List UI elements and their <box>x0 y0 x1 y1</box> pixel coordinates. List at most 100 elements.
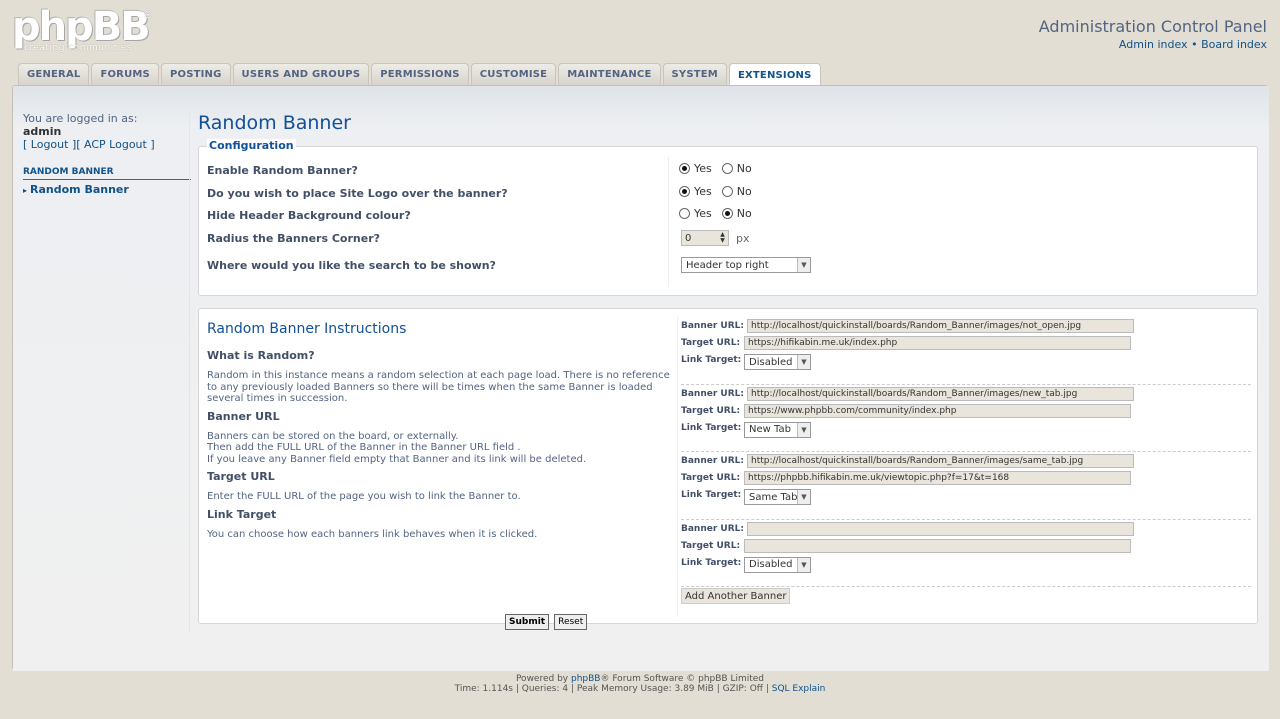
target-url-input[interactable]: https://www.phpbb.com/community/index.ph… <box>744 403 1131 418</box>
radius-label: Radius the Banners Corner? <box>207 232 381 245</box>
link-target-select[interactable]: New Tab ▼ <box>744 421 811 438</box>
acp-title: Administration Control Panel <box>1038 17 1267 36</box>
sidebar: You are logged in as: admin [ Logout ][ … <box>23 112 191 196</box>
banner-entry: Banner URL: Target URL: Link Target: Dis… <box>681 520 1251 587</box>
link-target-select[interactable]: Disabled ▼ <box>744 354 811 370</box>
powered-by-suffix: ® Forum Software © phpBB Limited <box>600 674 765 684</box>
link-target-text: You can choose how each banners link beh… <box>207 528 538 540</box>
instructions-title: Random Banner Instructions <box>207 321 407 337</box>
banner-url-label: Banner URL: <box>681 388 744 399</box>
hide-header-label: Hide Header Background colour? <box>207 209 411 222</box>
acp-logout-link[interactable]: [ ACP Logout ] <box>76 138 154 151</box>
banner-entry: Banner URL: http://localhost/quickinstal… <box>681 452 1251 520</box>
phpbb-logo[interactable]: phpBB creating communities ® <box>12 4 153 56</box>
banner-url-input[interactable]: http://localhost/quickinstall/boards/Ran… <box>747 386 1134 401</box>
tab-maintenance[interactable]: MAINTENANCE <box>558 63 661 85</box>
reset-button[interactable]: Reset <box>554 614 588 630</box>
hide-header-yes-radio[interactable]: Yes <box>679 207 712 220</box>
site-logo-yes-radio[interactable]: Yes <box>679 185 712 198</box>
banner-list: Banner URL: http://localhost/quickinstal… <box>681 317 1251 587</box>
banner-url-input[interactable]: http://localhost/quickinstall/boards/Ran… <box>747 454 1134 468</box>
board-index-link[interactable]: Board index <box>1201 38 1267 51</box>
search-position-label: Where would you like the search to be sh… <box>207 259 496 272</box>
search-position-select[interactable]: Header top right ▼ <box>681 257 811 273</box>
tab-forums[interactable]: FORUMS <box>91 63 159 85</box>
configuration-legend: Configuration <box>207 139 296 152</box>
tab-system[interactable]: SYSTEM <box>662 63 727 85</box>
main-panel: You are logged in as: admin [ Logout ][ … <box>12 85 1269 671</box>
banner-entry: Banner URL: http://localhost/quickinstal… <box>681 317 1251 385</box>
tab-posting[interactable]: POSTING <box>160 63 231 85</box>
menu-arrow-icon: ▸ <box>23 186 28 195</box>
target-url-input[interactable]: https://phpbb.hifikabin.me.uk/viewtopic.… <box>744 471 1131 485</box>
enable-yes-radio[interactable]: Yes <box>679 162 712 175</box>
logout-link[interactable]: [ Logout ] <box>23 138 76 151</box>
link-target-label: Link Target: <box>681 557 742 568</box>
banner-entry: Banner URL: http://localhost/quickinstal… <box>681 385 1251 452</box>
phpbb-link[interactable]: phpBB <box>571 674 600 684</box>
stats-text: Time: 1.114s | Queries: 4 | Peak Memory … <box>454 684 772 694</box>
banner-url-input[interactable] <box>747 521 1134 536</box>
link-target-select[interactable]: Same Tab ▼ <box>744 489 811 505</box>
banner-url-heading: Banner URL <box>207 409 280 423</box>
sidebar-item-random-banner[interactable]: ▸ Random Banner <box>23 183 191 196</box>
radio-label: Yes <box>694 162 712 175</box>
form-buttons: Submit Reset <box>505 614 588 630</box>
instructions-fieldset: Random Banner Instructions What is Rando… <box>198 308 1258 624</box>
target-url-heading: Target URL <box>207 470 275 483</box>
site-logo-row: Do you wish to place Site Logo over the … <box>207 185 1247 207</box>
site-logo-label: Do you wish to place Site Logo over the … <box>207 187 508 200</box>
target-url-text: Enter the FULL URL of the page you wish … <box>207 491 521 502</box>
logged-in-label: You are logged in as: <box>23 112 138 125</box>
target-url-label: Target URL: <box>681 338 741 348</box>
radio-dot-icon <box>679 186 690 197</box>
chevron-down-icon: ▼ <box>797 258 810 272</box>
hide-header-no-radio[interactable]: No <box>721 207 752 220</box>
sql-explain-link[interactable]: SQL Explain <box>772 684 826 694</box>
site-logo-no-radio[interactable]: No <box>721 185 752 198</box>
link-target-select[interactable]: Disabled ▼ <box>744 556 811 573</box>
banner-url-input[interactable]: http://localhost/quickinstall/boards/Ran… <box>747 319 1134 333</box>
add-banner-button[interactable]: Add Another Banner <box>681 588 791 604</box>
page-title: Random Banner <box>198 112 351 134</box>
link-target-label: Link Target: <box>681 490 742 500</box>
sidebar-item-label: Random Banner <box>30 183 129 196</box>
spinner-icon[interactable]: ▲ ▼ <box>718 232 727 244</box>
chevron-down-icon: ▼ <box>797 355 810 369</box>
tab-general[interactable]: GENERAL <box>18 63 90 85</box>
radio-label: No <box>736 162 752 175</box>
link-target-label: Link Target: <box>681 355 742 365</box>
search-position-value: Header top right <box>686 259 769 271</box>
link-target-value: Disabled <box>749 356 793 368</box>
radio-label: No <box>736 207 752 220</box>
radius-control: 0 ▲ ▼ px <box>681 230 750 246</box>
chevron-down-icon: ▼ <box>797 557 810 572</box>
enable-no-radio[interactable]: No <box>721 162 752 175</box>
enable-row: Enable Random Banner? Yes No <box>207 162 1247 184</box>
radius-input[interactable]: 0 ▲ ▼ <box>681 230 729 246</box>
radio-label: Yes <box>694 207 712 220</box>
target-url-input[interactable] <box>744 538 1131 553</box>
radio-dot-icon <box>721 163 733 174</box>
tab-customise[interactable]: CUSTOMISE <box>470 63 557 85</box>
logo-registered-mark: ® <box>143 10 153 21</box>
target-url-label: Target URL: <box>681 473 741 483</box>
main-tabs: GENERAL FORUMS POSTING USERS AND GROUPS … <box>18 63 821 86</box>
admin-index-link[interactable]: Admin index <box>1119 38 1188 51</box>
chevron-down-icon: ▼ <box>797 422 810 437</box>
banner-url-text-1: Banners can be stored on the board, or e… <box>207 430 459 442</box>
hide-header-radios: Yes No <box>679 207 762 220</box>
tab-users-and-groups[interactable]: USERS AND GROUPS <box>232 63 370 85</box>
radius-row: Radius the Banners Corner? 0 ▲ ▼ px <box>207 230 1247 252</box>
link-target-value: Same Tab <box>749 491 798 503</box>
banner-url-text-2: Then add the FULL URL of the Banner in t… <box>207 442 521 453</box>
tab-permissions[interactable]: PERMISSIONS <box>371 63 469 85</box>
banner-url-label: Banner URL: <box>681 456 744 466</box>
what-random-text: Random in this instance means a random s… <box>207 370 670 404</box>
powered-by-prefix: Powered by <box>515 674 571 684</box>
tab-extensions[interactable]: EXTENSIONS <box>728 63 821 86</box>
submit-button[interactable]: Submit <box>505 614 550 630</box>
radio-dot-icon <box>721 208 733 219</box>
target-url-input[interactable]: https://hifikabin.me.uk/index.php <box>744 336 1131 350</box>
instructions-divider <box>677 317 678 617</box>
